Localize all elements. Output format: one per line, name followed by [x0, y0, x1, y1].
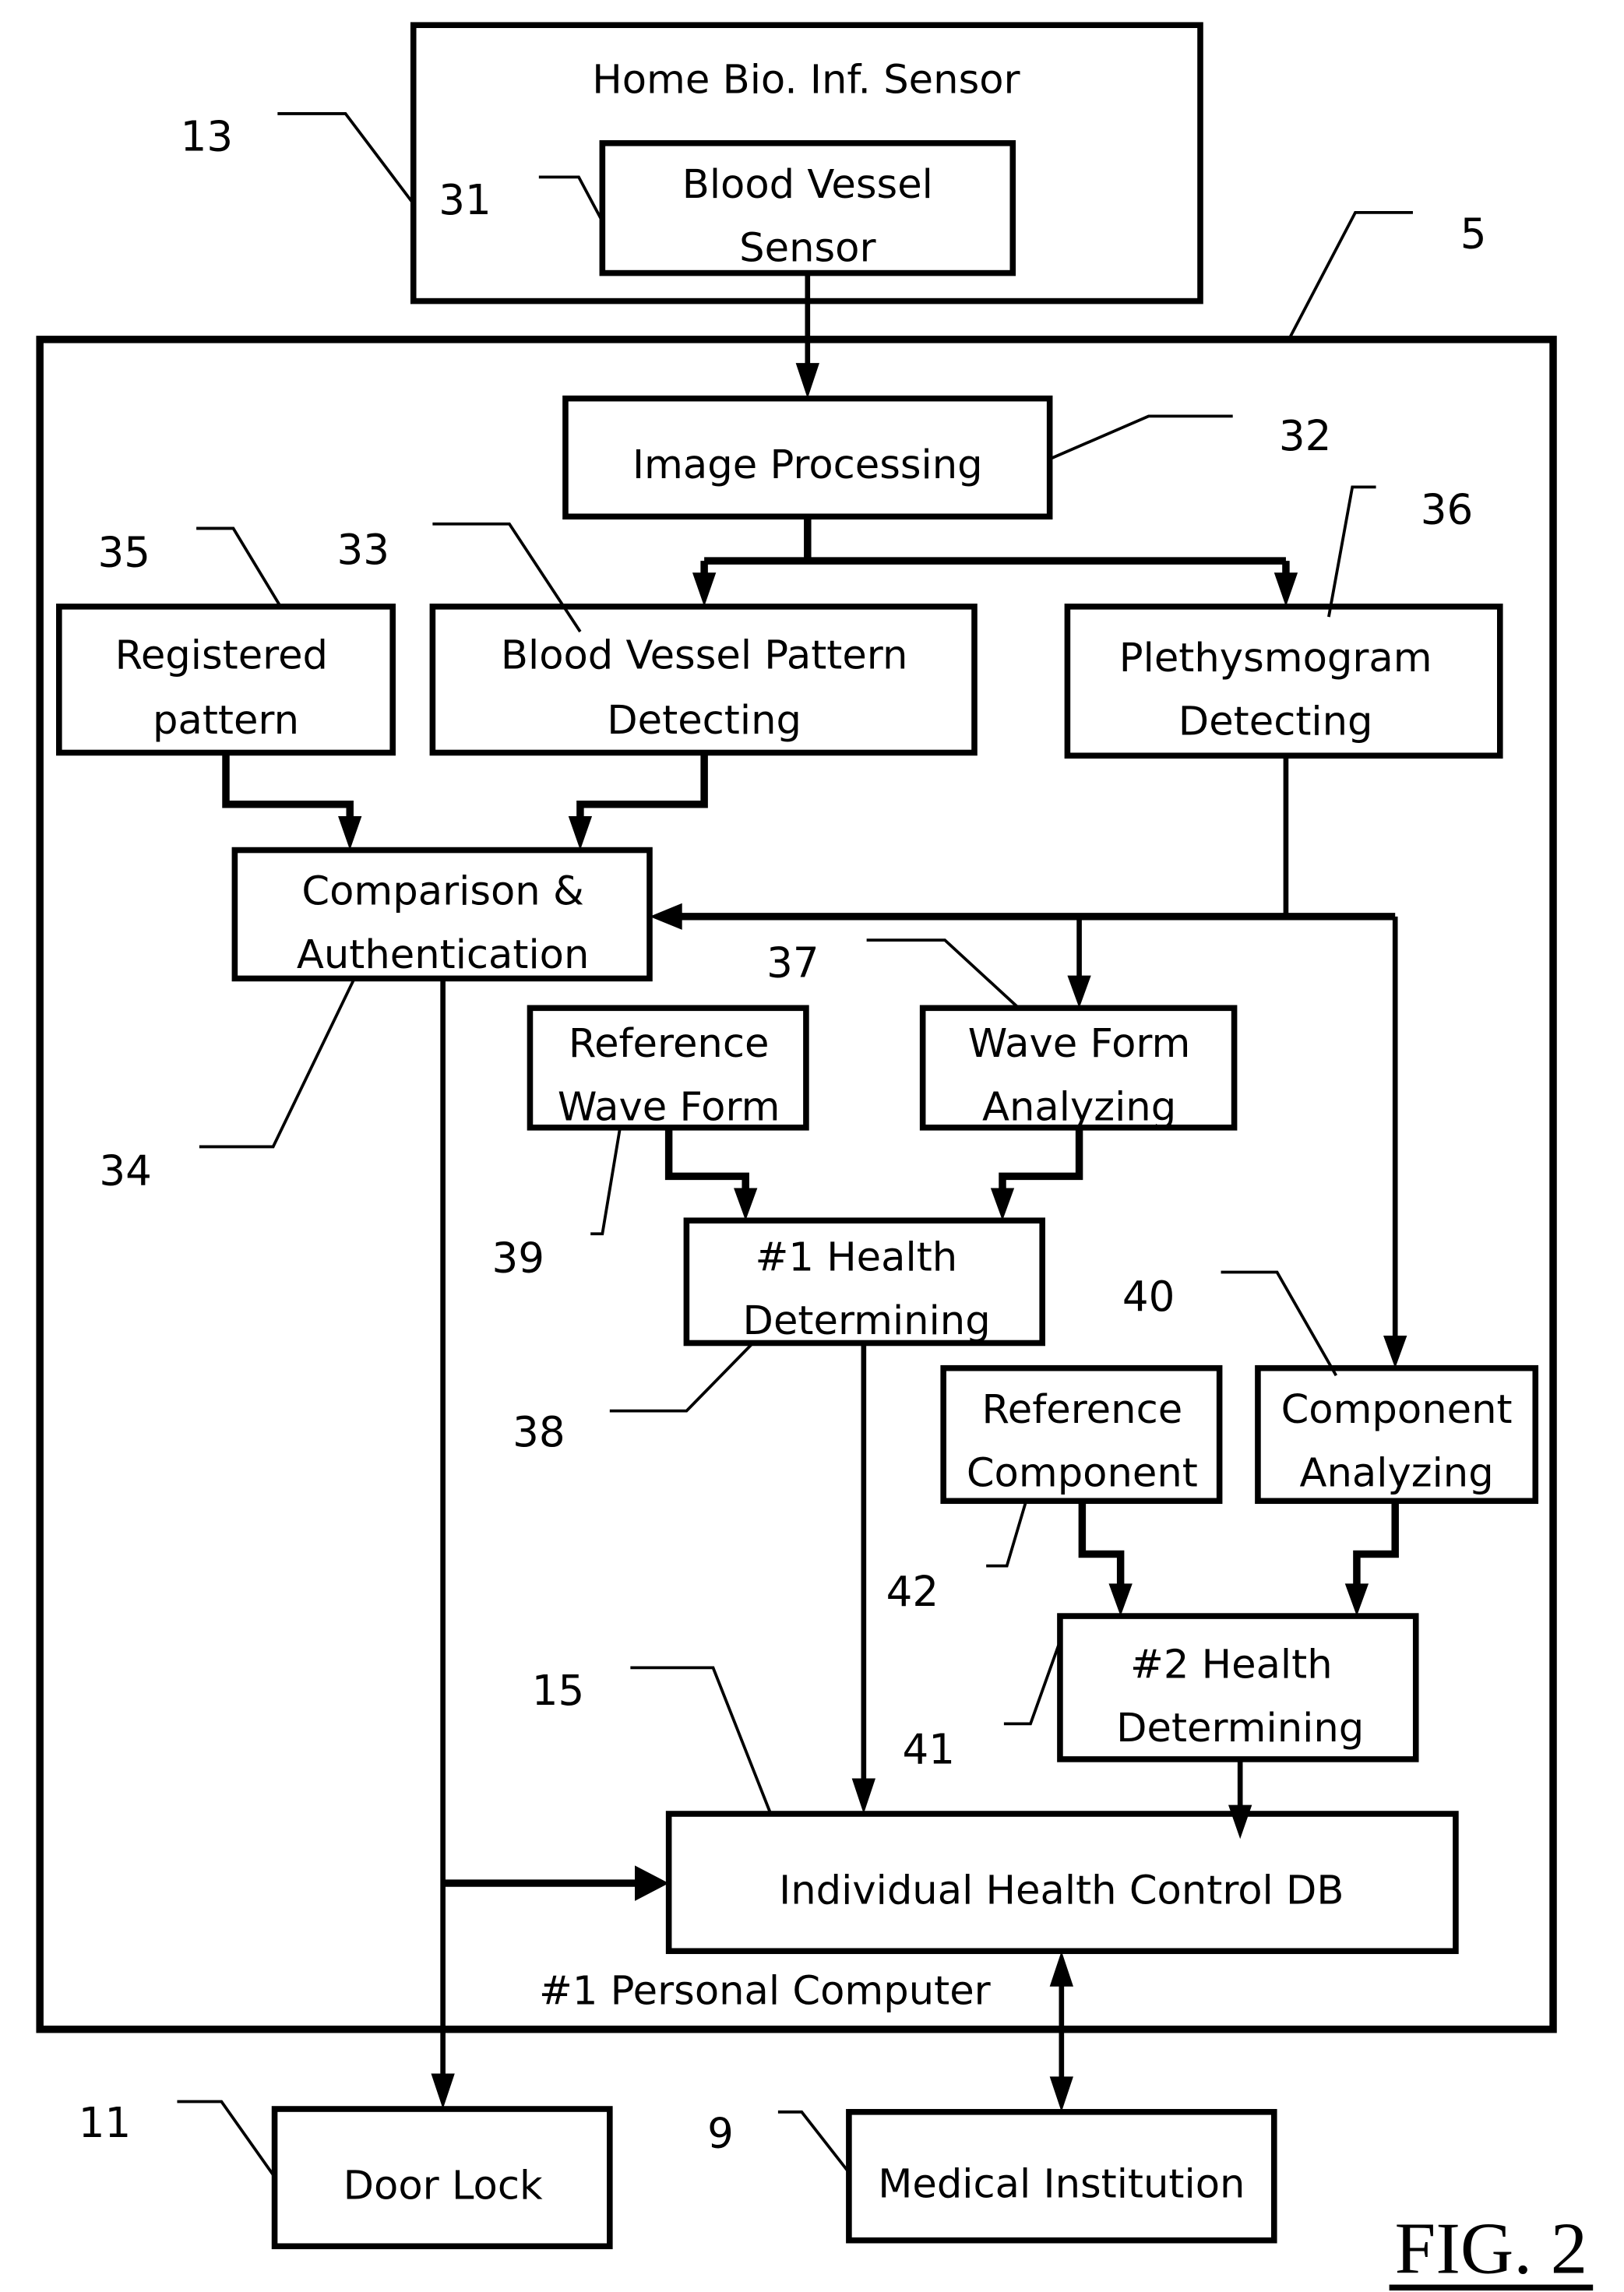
svg-text:Reference: Reference — [982, 1387, 1183, 1433]
svg-text:Blood Vessel: Blood Vessel — [682, 162, 933, 208]
ref-34: 34 — [99, 1147, 152, 1195]
figure-label-underline — [1389, 2284, 1594, 2291]
svg-text:Component: Component — [967, 1450, 1198, 1496]
ref-33: 33 — [337, 526, 390, 574]
svg-text:Registered: Registered — [115, 632, 328, 678]
leader-9 — [777, 2110, 851, 2174]
plethysmogram-detecting-block: Plethysmogram Detecting — [1064, 604, 1503, 759]
blood-vessel-sensor-block: Blood Vessel Sensor — [599, 140, 1016, 276]
svg-text:pattern: pattern — [153, 698, 299, 744]
svg-text:Blood Vessel Pattern: Blood Vessel Pattern — [501, 632, 907, 678]
component-analyzing-block: Component Analyzing — [1255, 1364, 1539, 1505]
svg-text:#2 Health: #2 Health — [1130, 1642, 1333, 1688]
svg-text:Home Bio. Inf. Sensor: Home Bio. Inf. Sensor — [592, 57, 1020, 103]
ref-36: 36 — [1421, 486, 1474, 534]
ref-42: 42 — [886, 1568, 939, 1616]
ref-40: 40 — [1122, 1273, 1175, 1321]
medical-institution-label: Medical Institution — [878, 2162, 1245, 2208]
image-processing-label: Image Processing — [632, 442, 983, 488]
reference-component-line2: Component — [967, 1450, 1198, 1496]
ref-32: 32 — [1279, 412, 1332, 460]
medical-institution-block: Medical Institution — [846, 2109, 1277, 2244]
svg-text:Analyzing: Analyzing — [982, 1084, 1176, 1130]
svg-text:Individual Health Control DB: Individual Health Control DB — [779, 1868, 1344, 1914]
door-lock-block: Door Lock — [271, 2106, 613, 2250]
ref-41: 41 — [902, 1726, 955, 1774]
svg-text:Sensor: Sensor — [739, 225, 876, 271]
svg-text:Image Processing: Image Processing — [632, 442, 983, 488]
leader-5 — [1288, 210, 1413, 340]
personal-computer-block: #1 Personal Computer — [36, 336, 1557, 2033]
svg-text:Medical Institution: Medical Institution — [878, 2162, 1245, 2208]
health-determining-2-line1: #2 Health — [1130, 1642, 1333, 1688]
ref-5: 5 — [1460, 209, 1487, 258]
figure-label: FIG. 2 — [1389, 2208, 1594, 2291]
registered-pattern-block: Registered pattern — [56, 604, 396, 756]
comparison-auth-block: Comparison & Authentication — [231, 847, 653, 982]
health-determining-1-block: #1 Health Determining — [683, 1217, 1045, 1347]
wave-form-analyzing-line2: Analyzing — [982, 1084, 1176, 1130]
bv-pattern-detecting-block: Blood Vessel Pattern Detecting — [429, 604, 978, 756]
svg-text:Wave Form: Wave Form — [558, 1084, 780, 1130]
component-analyzing-line1: Component — [1281, 1387, 1513, 1433]
svg-text:Plethysmogram: Plethysmogram — [1119, 635, 1432, 681]
door-lock-label: Door Lock — [343, 2163, 543, 2209]
leader-11 — [177, 2100, 277, 2178]
blood-vessel-sensor-line1: Blood Vessel — [682, 162, 933, 208]
health-determining-2-line2: Determining — [1116, 1706, 1364, 1752]
home-sensor-label: Home Bio. Inf. Sensor — [592, 57, 1020, 103]
svg-text:Analyzing: Analyzing — [1299, 1450, 1493, 1496]
comparison-auth-line1: Comparison & — [301, 869, 583, 915]
block-diagram: Home Bio. Inf. Sensor #1 Personal Comput… — [36, 22, 1594, 2291]
figure-label-text: FIG. 2 — [1395, 2208, 1587, 2289]
plethysmogram-detecting-line1: Plethysmogram — [1119, 635, 1432, 681]
health-determining-1-line2: Determining — [743, 1298, 991, 1344]
bv-pattern-detecting-line1: Blood Vessel Pattern — [501, 632, 907, 678]
ref-39: 39 — [492, 1234, 545, 1283]
arrowhead-medical-institution — [1049, 2076, 1073, 2112]
reference-wave-form-block: Reference Wave Form — [527, 1005, 809, 1131]
reference-wave-form-line2: Wave Form — [558, 1084, 780, 1130]
ref-37: 37 — [766, 939, 819, 988]
wave-form-analyzing-line1: Wave Form — [968, 1021, 1191, 1067]
wave-form-analyzing-block: Wave Form Analyzing — [919, 1005, 1238, 1131]
ref-9: 9 — [707, 2109, 734, 2157]
ref-13: 13 — [181, 112, 234, 160]
ref-11: 11 — [79, 2099, 132, 2147]
health-control-db-block: Individual Health Control DB — [665, 1811, 1459, 1955]
comparison-auth-line2: Authentication — [297, 932, 590, 978]
registered-pattern-line1: Registered — [115, 632, 328, 678]
svg-text:Reference: Reference — [569, 1021, 770, 1067]
ref-38: 38 — [513, 1408, 565, 1456]
blood-vessel-sensor-line2: Sensor — [739, 225, 876, 271]
image-processing-block: Image Processing — [562, 395, 1053, 520]
svg-text:Comparison &: Comparison & — [301, 869, 583, 915]
ref-15: 15 — [532, 1667, 585, 1715]
health-control-db-label: Individual Health Control DB — [779, 1868, 1344, 1914]
svg-text:Determining: Determining — [743, 1298, 991, 1344]
reference-wave-form-line1: Reference — [569, 1021, 770, 1067]
health-determining-1-line1: #1 Health — [756, 1235, 958, 1281]
svg-text:#1 Health: #1 Health — [756, 1235, 958, 1281]
personal-computer-label: #1 Personal Computer — [539, 1968, 992, 2014]
component-analyzing-line2: Analyzing — [1299, 1450, 1493, 1496]
svg-text:Determining: Determining — [1116, 1706, 1364, 1752]
arrowhead-door-lock — [431, 2073, 455, 2110]
reference-component-line1: Reference — [982, 1387, 1183, 1433]
svg-text:#1 Personal Computer: #1 Personal Computer — [539, 1968, 992, 2014]
svg-text:Wave Form: Wave Form — [968, 1021, 1191, 1067]
svg-text:Detecting: Detecting — [1178, 699, 1373, 745]
health-determining-2-block: #2 Health Determining — [1057, 1613, 1419, 1762]
svg-text:Authentication: Authentication — [297, 932, 590, 978]
ref-35: 35 — [97, 529, 150, 577]
svg-text:Component: Component — [1281, 1387, 1513, 1433]
leader-13 — [277, 112, 415, 205]
plethysmogram-detecting-line2: Detecting — [1178, 699, 1373, 745]
registered-pattern-line2: pattern — [153, 698, 299, 744]
svg-text:Detecting: Detecting — [607, 698, 801, 744]
ref-31: 31 — [439, 176, 491, 224]
svg-text:Door Lock: Door Lock — [343, 2163, 543, 2209]
reference-component-block: Reference Component — [940, 1364, 1223, 1505]
bv-pattern-detecting-line2: Detecting — [607, 698, 801, 744]
